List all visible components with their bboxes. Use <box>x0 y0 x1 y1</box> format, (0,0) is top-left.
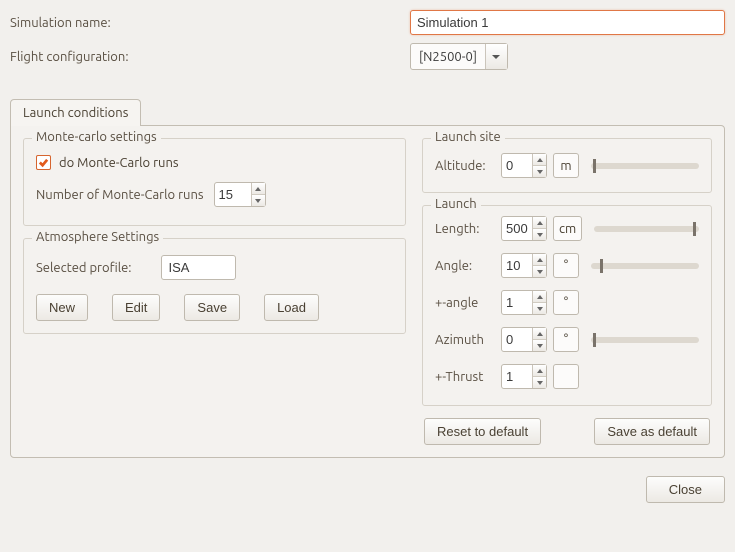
spin-up-icon[interactable] <box>252 183 265 195</box>
defaults-row: Reset to default Save as default <box>422 418 712 445</box>
tab-bar: Launch conditions <box>10 98 725 125</box>
save-as-default-button[interactable]: Save as default <box>594 418 710 445</box>
left-column: Monte-carlo settings do Monte-Carlo runs… <box>23 138 406 445</box>
altitude-spinbox[interactable] <box>501 153 547 178</box>
spin-down-icon[interactable] <box>533 303 546 314</box>
pm-angle-label: +-angle <box>435 296 495 310</box>
do-monte-carlo-label: do Monte-Carlo runs <box>59 156 179 170</box>
length-input[interactable] <box>502 217 532 240</box>
length-slider[interactable] <box>594 226 699 232</box>
spin-up-icon[interactable] <box>533 217 546 229</box>
selected-profile-label: Selected profile: <box>36 261 131 275</box>
pm-angle-spin-buttons[interactable] <box>532 291 546 314</box>
azimuth-spinbox[interactable] <box>501 327 547 352</box>
num-runs-spin-buttons[interactable] <box>251 183 265 206</box>
spin-up-icon[interactable] <box>533 291 546 303</box>
angle-spinbox[interactable] <box>501 253 547 278</box>
right-column: Launch site Altitude: m Launch <box>422 138 712 445</box>
num-runs-spinbox[interactable] <box>214 182 266 207</box>
length-spin-buttons[interactable] <box>532 217 546 240</box>
angle-unit[interactable]: ° <box>553 253 579 278</box>
pm-thrust-label: +-Thrust <box>435 370 495 384</box>
do-monte-carlo-row: do Monte-Carlo runs <box>36 155 393 170</box>
altitude-label: Altitude: <box>435 159 495 173</box>
angle-slider[interactable] <box>591 263 699 269</box>
spin-down-icon[interactable] <box>252 195 265 206</box>
angle-spin-buttons[interactable] <box>532 254 546 277</box>
azimuth-label: Azimuth <box>435 333 495 347</box>
pm-thrust-unit[interactable] <box>553 364 579 389</box>
spin-down-icon[interactable] <box>533 340 546 351</box>
num-runs-label: Number of Monte-Carlo runs <box>36 188 204 202</box>
spin-up-icon[interactable] <box>533 154 546 166</box>
pm-thrust-input[interactable] <box>502 365 532 388</box>
chevron-down-icon[interactable] <box>485 44 507 69</box>
spin-down-icon[interactable] <box>533 266 546 277</box>
flight-config-row: Flight configuration: [N2500-0] <box>10 43 725 70</box>
azimuth-slider[interactable] <box>591 337 699 343</box>
angle-row: Angle: ° <box>435 253 699 278</box>
azimuth-spin-buttons[interactable] <box>532 328 546 351</box>
do-monte-carlo-checkbox[interactable] <box>36 155 51 170</box>
length-label: Length: <box>435 222 495 236</box>
pm-angle-spinbox[interactable] <box>501 290 547 315</box>
tabs: Launch conditions Monte-carlo settings d… <box>10 98 725 458</box>
length-row: Length: cm <box>435 216 699 241</box>
selected-profile-row: Selected profile: <box>36 255 393 280</box>
altitude-input[interactable] <box>502 154 532 177</box>
selected-profile-input[interactable] <box>161 255 236 280</box>
num-runs-row: Number of Monte-Carlo runs <box>36 182 393 207</box>
pm-thrust-spin-buttons[interactable] <box>532 365 546 388</box>
simulation-name-label: Simulation name: <box>10 16 410 30</box>
spin-up-icon[interactable] <box>533 365 546 377</box>
new-button[interactable]: New <box>36 294 88 321</box>
launch-site-fieldset: Launch site Altitude: m <box>422 138 712 193</box>
angle-input[interactable] <box>502 254 532 277</box>
altitude-slider[interactable] <box>591 163 699 169</box>
launch-fieldset: Launch Length: cm Angle: <box>422 205 712 406</box>
simulation-name-row: Simulation name: <box>10 10 725 35</box>
spin-up-icon[interactable] <box>533 254 546 266</box>
altitude-unit[interactable]: m <box>553 153 579 178</box>
close-button[interactable]: Close <box>646 476 725 503</box>
pm-angle-input[interactable] <box>502 291 532 314</box>
tab-launch-conditions[interactable]: Launch conditions <box>10 99 141 126</box>
save-button[interactable]: Save <box>184 294 240 321</box>
launch-legend: Launch <box>431 197 481 211</box>
spin-down-icon[interactable] <box>533 377 546 388</box>
length-unit[interactable]: cm <box>553 216 582 241</box>
azimuth-input[interactable] <box>502 328 532 351</box>
azimuth-unit[interactable]: ° <box>553 327 579 352</box>
azimuth-row: Azimuth ° <box>435 327 699 352</box>
altitude-row: Altitude: m <box>435 153 699 178</box>
monte-carlo-legend: Monte-carlo settings <box>32 130 161 144</box>
length-spinbox[interactable] <box>501 216 547 241</box>
spin-up-icon[interactable] <box>533 328 546 340</box>
launch-site-legend: Launch site <box>431 130 505 144</box>
monte-carlo-fieldset: Monte-carlo settings do Monte-Carlo runs… <box>23 138 406 226</box>
footer: Close <box>10 476 725 503</box>
pm-angle-row: +-angle ° <box>435 290 699 315</box>
pm-thrust-row: +-Thrust <box>435 364 699 389</box>
num-runs-input[interactable] <box>215 183 251 206</box>
atmosphere-button-row: New Edit Save Load <box>36 294 393 321</box>
angle-label: Angle: <box>435 259 495 273</box>
reset-to-default-button[interactable]: Reset to default <box>424 418 541 445</box>
spin-down-icon[interactable] <box>533 166 546 177</box>
atmosphere-fieldset: Atmosphere Settings Selected profile: Ne… <box>23 238 406 334</box>
simulation-name-input[interactable] <box>410 10 725 35</box>
altitude-spin-buttons[interactable] <box>532 154 546 177</box>
pm-thrust-spinbox[interactable] <box>501 364 547 389</box>
edit-button[interactable]: Edit <box>112 294 160 321</box>
pm-angle-unit[interactable]: ° <box>553 290 579 315</box>
atmosphere-legend: Atmosphere Settings <box>32 230 163 244</box>
spin-down-icon[interactable] <box>533 229 546 240</box>
tab-launch-conditions-pane: Monte-carlo settings do Monte-Carlo runs… <box>10 125 725 458</box>
flight-config-select[interactable]: [N2500-0] <box>410 43 508 70</box>
load-button[interactable]: Load <box>264 294 319 321</box>
flight-config-label: Flight configuration: <box>10 50 410 64</box>
flight-config-value: [N2500-0] <box>411 50 485 64</box>
